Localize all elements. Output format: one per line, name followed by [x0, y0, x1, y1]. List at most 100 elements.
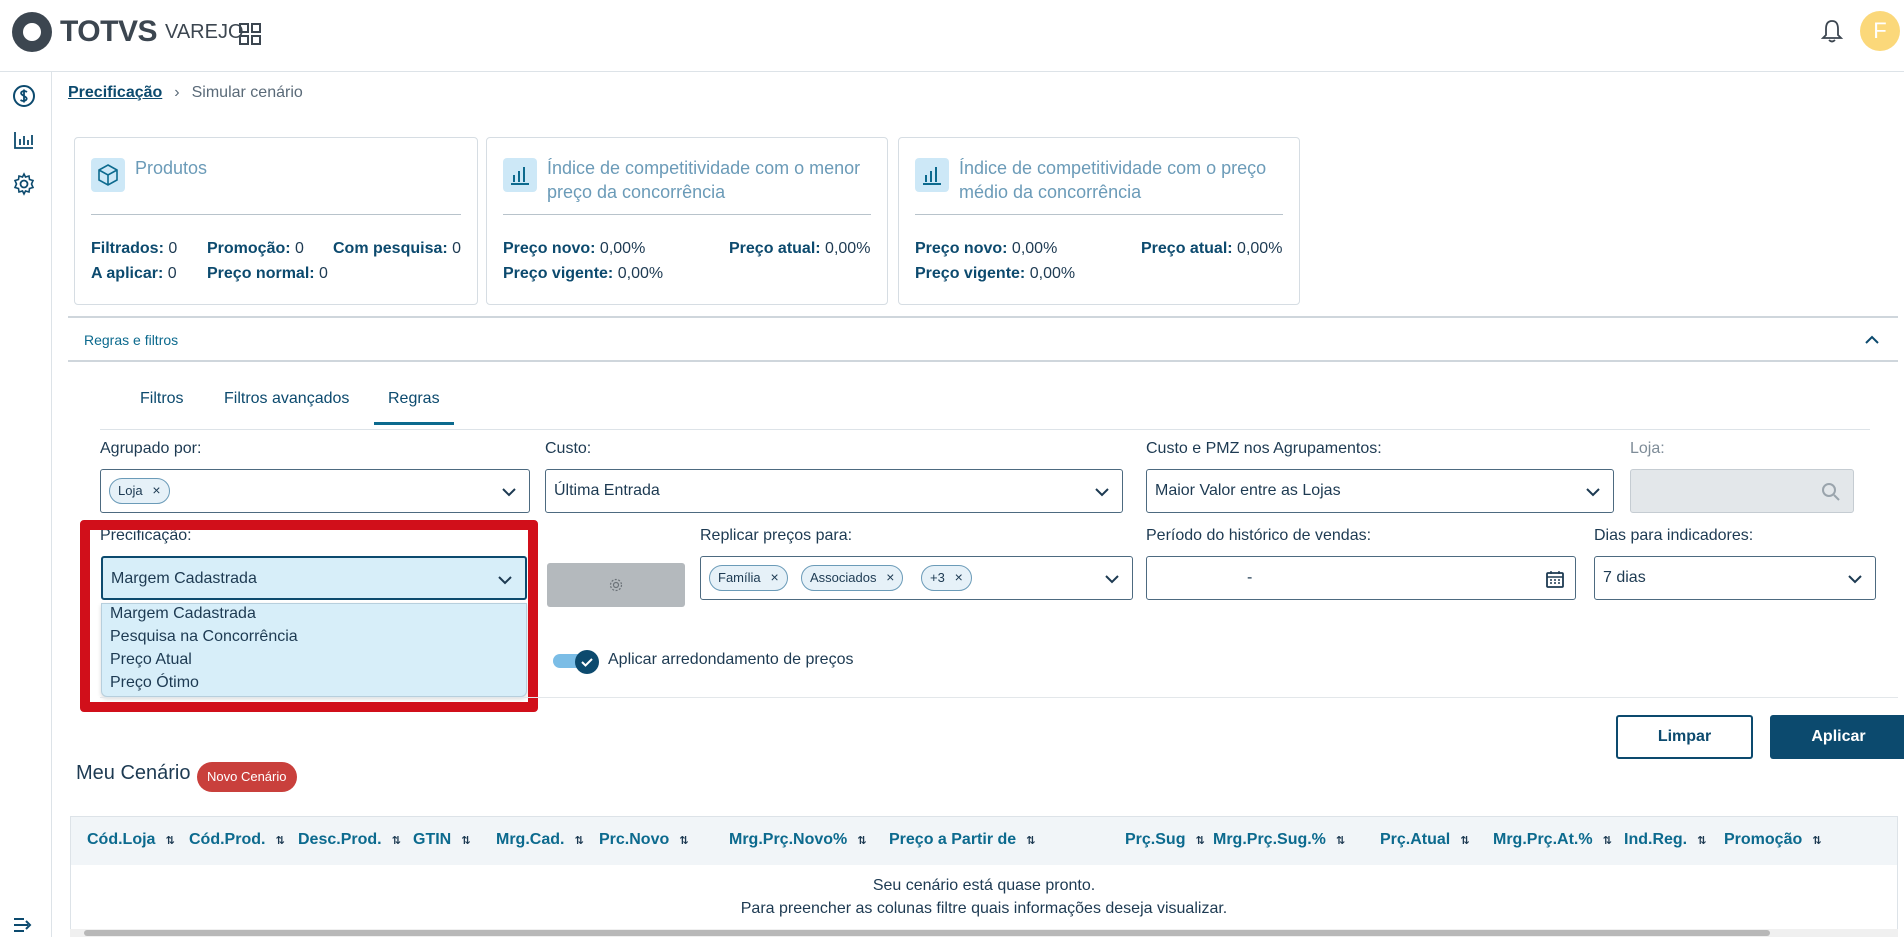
chip-loja[interactable]: Loja ×	[109, 478, 170, 504]
agrupado-label: Agrupado por:	[100, 440, 202, 457]
preco-atual-value: 0,00%	[825, 240, 871, 257]
column-header[interactable]: Prç.Sug ⇅	[1125, 831, 1205, 849]
chip-more[interactable]: +3 ×	[921, 565, 972, 591]
card-produtos: Produtos Filtrados: 0 Promoção: 0 Com pe…	[74, 137, 478, 305]
tab-regras[interactable]: Regras	[374, 390, 454, 425]
column-header[interactable]: Preço a Partir de ⇅	[889, 831, 1035, 849]
expand-menu-icon[interactable]	[12, 916, 34, 934]
card-row-1: Filtrados: 0	[91, 240, 177, 258]
agrupado-select[interactable]: Loja ×	[100, 469, 530, 513]
column-header[interactable]: Prç.Atual ⇅	[1380, 831, 1469, 849]
column-header[interactable]: Promoção ⇅	[1724, 831, 1821, 849]
chevron-down-icon[interactable]	[1845, 569, 1865, 589]
column-header[interactable]: Mrg.Prç.Sug.% ⇅	[1213, 831, 1345, 849]
empty-state-line-2: Para preencher as colunas filtre quais i…	[740, 900, 1228, 917]
empty-state-line-1: Seu cenário está quase pronto.	[872, 877, 1096, 894]
column-header[interactable]: Prc.Novo ⇅	[599, 831, 688, 849]
chip-associados[interactable]: Associados ×	[801, 565, 904, 591]
close-icon[interactable]: ×	[886, 569, 894, 585]
preco-novo-row: Preço novo: 0,00%	[503, 240, 645, 258]
column-header[interactable]: GTIN ⇅	[413, 831, 470, 849]
loja-search-field	[1630, 469, 1854, 513]
promocao-value: 0	[295, 240, 304, 257]
card-title-line-1: Índice de competitividade com o menor	[547, 158, 861, 178]
preco-vigente-value: 0,00%	[617, 265, 664, 282]
card-title-line-1: Índice de competitividade com o preço	[959, 158, 1267, 178]
gear-icon[interactable]	[12, 172, 36, 196]
custo-select[interactable]: Última Entrada	[545, 469, 1123, 513]
custo-pmz-select[interactable]: Maior Valor entre as Lojas	[1146, 469, 1614, 513]
sort-icon: ⇅	[165, 835, 175, 847]
grid-apps-icon[interactable]	[238, 22, 262, 46]
chevron-down-icon[interactable]	[499, 482, 519, 502]
preco-normal-label: Preço normal:	[207, 265, 315, 282]
custo-pmz-label: Custo e PMZ nos Agrupamentos:	[1146, 440, 1382, 457]
top-bar: TOTVS VAREJO F	[0, 0, 1904, 72]
card-title: Produtos	[135, 158, 208, 178]
sort-icon: ⇅	[1812, 835, 1822, 847]
tab-bar: Filtros Filtros avançados Regras	[100, 384, 1870, 430]
column-header[interactable]: Mrg.Prç.At.% ⇅	[1493, 831, 1612, 849]
chevron-down-icon[interactable]	[1583, 482, 1603, 502]
scenario-title: Meu Cenário	[76, 762, 191, 784]
clear-button[interactable]: Limpar	[1616, 715, 1753, 759]
close-icon[interactable]: ×	[770, 569, 778, 585]
periodo-label: Período do histórico de vendas:	[1146, 527, 1372, 544]
bell-icon[interactable]	[1820, 18, 1844, 44]
tab-filtros-avancados[interactable]: Filtros avançados	[224, 390, 349, 422]
arredondamento-toggle[interactable]	[553, 650, 599, 674]
column-header[interactable]: Mrg.Prç.Novo% ⇅	[729, 831, 866, 849]
sort-icon: ⇅	[275, 835, 285, 847]
arredondamento-label: Aplicar arredondamento de preços	[608, 651, 854, 668]
chevron-up-icon[interactable]	[1862, 330, 1882, 350]
com-pesquisa-label: Com pesquisa:	[333, 240, 448, 257]
close-icon[interactable]: ×	[955, 569, 963, 585]
preco-atual-label: Preço atual:	[729, 240, 821, 257]
card-menor-preco: Índice de competitividade com o menor pr…	[486, 137, 888, 305]
brand-name: TOTVS	[60, 15, 157, 48]
a-aplicar-value: 0	[167, 265, 177, 282]
chip-label: Associados	[810, 570, 877, 585]
preco-vigente-value: 0,00%	[1029, 265, 1076, 282]
breadcrumb-link-precificacao[interactable]: Precificação	[68, 84, 162, 102]
chevron-down-icon[interactable]	[1102, 569, 1122, 589]
preco-novo-value: 0,00%	[599, 240, 646, 257]
settings-button[interactable]	[547, 563, 685, 607]
dollar-icon[interactable]	[12, 84, 36, 108]
chevron-down-icon[interactable]	[1092, 482, 1112, 502]
scrollbar-thumb[interactable]	[84, 930, 1770, 936]
sort-icon: ⇅	[1460, 835, 1470, 847]
a-aplicar-label: A aplicar:	[91, 265, 164, 282]
chip-familia[interactable]: Família ×	[709, 565, 788, 591]
preco-vigente-row: Preço vigente: 0,00%	[503, 265, 663, 283]
card-divider	[503, 214, 871, 215]
card-divider	[915, 214, 1283, 215]
preco-novo-row: Preço novo: 0,00%	[915, 240, 1057, 258]
tab-filtros[interactable]: Filtros	[140, 390, 184, 422]
column-header[interactable]: Ind.Reg. ⇅	[1624, 831, 1706, 849]
totvs-logo[interactable]: TOTVS VAREJO	[12, 12, 244, 52]
section-divider	[100, 697, 1898, 698]
dias-select[interactable]: 7 dias	[1594, 556, 1876, 600]
bar-chart-icon[interactable]	[12, 128, 36, 152]
replicar-select[interactable]: Família × Associados × +3 ×	[700, 556, 1133, 600]
periodo-date-field[interactable]: -	[1146, 556, 1576, 600]
sort-icon: ⇅	[1697, 835, 1707, 847]
rules-filters-panel-header[interactable]: Regras e filtros	[68, 316, 1898, 362]
preco-vigente-label: Preço vigente:	[915, 265, 1026, 282]
apply-button[interactable]: Aplicar	[1770, 715, 1904, 759]
close-icon[interactable]: ×	[152, 482, 160, 498]
check-icon	[581, 658, 593, 667]
preco-vigente-label: Preço vigente:	[503, 265, 614, 282]
column-header[interactable]: Mrg.Cad. ⇅	[496, 831, 584, 849]
horizontal-scrollbar[interactable]	[70, 929, 1898, 937]
card-title-line-2: preço da concorrência	[547, 182, 726, 202]
chip-label: Loja	[118, 483, 143, 498]
calendar-icon[interactable]	[1545, 569, 1565, 589]
preco-normal-value: 0	[319, 265, 328, 282]
column-header[interactable]: Desc.Prod. ⇅	[298, 831, 401, 849]
column-header[interactable]: Cód.Prod. ⇅	[189, 831, 285, 849]
loja-label: Loja:	[1630, 440, 1665, 457]
user-avatar[interactable]: F	[1860, 11, 1900, 51]
column-header[interactable]: Cód.Loja ⇅	[87, 831, 175, 849]
